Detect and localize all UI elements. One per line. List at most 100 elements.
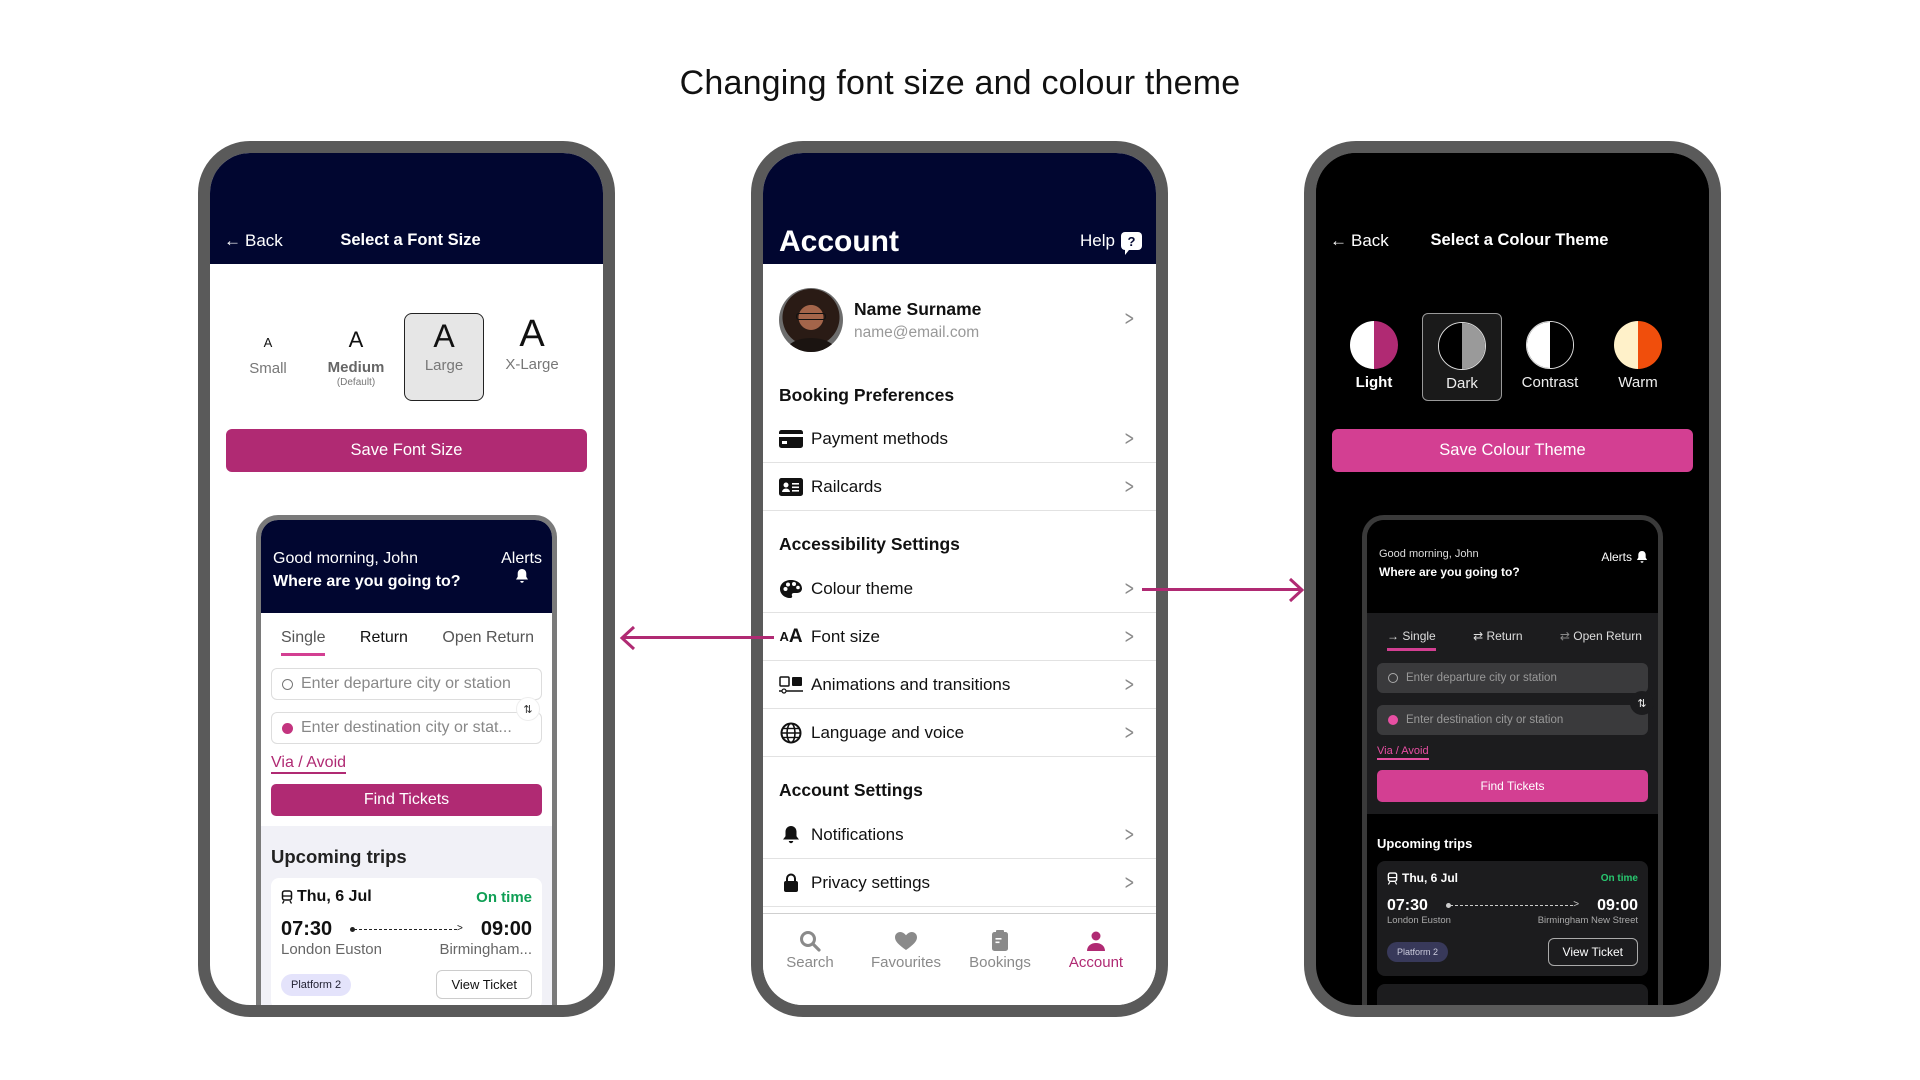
theme-option-dark[interactable]: Dark	[1422, 313, 1502, 401]
destination-input[interactable]: Enter destination city or stat...	[271, 712, 542, 744]
account-icon	[1049, 928, 1143, 954]
trip-date-text: Thu, 6 Jul	[297, 888, 372, 905]
chevron-right-icon: >	[1124, 672, 1135, 696]
alerts-button[interactable]: Alerts	[501, 550, 542, 589]
preview-body: Single Return Open Return Enter departur…	[261, 613, 552, 1005]
help-icon: ?	[1121, 232, 1142, 250]
trip-card[interactable]: Thu, 6 Jul On time 07:30 > 09:00 London …	[1377, 861, 1648, 976]
bell-icon	[1636, 551, 1648, 563]
option-label: Small	[249, 360, 287, 377]
tab-return[interactable]: Return	[360, 629, 408, 656]
menu-item-privacy[interactable]: Privacy settings >	[763, 859, 1156, 907]
font-size-option-small[interactable]: A Small	[228, 313, 308, 401]
origin-dot-icon	[1388, 673, 1398, 683]
find-tickets-button[interactable]: Find Tickets	[271, 784, 542, 816]
menu-item-payment-methods[interactable]: Payment methods >	[763, 415, 1156, 463]
via-avoid-link[interactable]: Via / Avoid	[271, 754, 347, 774]
destination-input[interactable]: Enter destination city or station	[1377, 705, 1648, 735]
menu-item-language-voice[interactable]: Language and voice >	[763, 709, 1156, 757]
departure-input[interactable]: Enter departure city or station	[271, 668, 542, 700]
tab-single[interactable]: Single	[281, 629, 326, 656]
theme-option-light[interactable]: Light	[1334, 313, 1414, 401]
profile-row[interactable]: Name Surname name@email.com >	[763, 288, 1156, 354]
menu-item-colour-theme[interactable]: Colour theme >	[763, 565, 1156, 613]
preview-body: → Single ⇄ Return ⇄ Open Return Enter de…	[1367, 613, 1658, 1005]
profile-email: name@email.com	[854, 324, 980, 341]
search-icon	[763, 928, 857, 954]
menu-label: Notifications	[811, 824, 904, 844]
menu-item-animations[interactable]: Animations and transitions >	[763, 661, 1156, 709]
theme-swatch	[1350, 321, 1398, 369]
upcoming-trips-heading: Upcoming trips	[271, 846, 407, 867]
chevron-right-icon: >	[1124, 576, 1135, 600]
departure-placeholder: Enter departure city or station	[301, 675, 511, 692]
tab-single[interactable]: → Single	[1387, 629, 1436, 651]
save-font-size-button[interactable]: Save Font Size	[226, 429, 587, 472]
colour-theme-phone: ← Back Select a Colour Theme Light Dark …	[1304, 141, 1721, 1017]
option-label: Warm	[1618, 374, 1658, 391]
font-size-option-medium[interactable]: A Medium (Default)	[316, 313, 396, 401]
swap-stations-button[interactable]: ⇅	[1630, 691, 1654, 715]
nav-label: Account	[1068, 954, 1124, 971]
nav-bookings[interactable]: Bookings	[953, 928, 1047, 971]
journey-type-tabs: → Single ⇄ Return ⇄ Open Return	[1377, 625, 1648, 651]
theme-swatch	[1438, 322, 1486, 370]
departure-placeholder: Enter departure city or station	[1406, 672, 1557, 684]
arrive-time: 09:00	[1597, 897, 1638, 914]
find-tickets-button[interactable]: Find Tickets	[1377, 770, 1648, 802]
tab-return[interactable]: ⇄ Return	[1473, 629, 1522, 651]
trip-status: On time	[476, 888, 532, 906]
tab-open-return[interactable]: Open Return	[442, 629, 534, 656]
route-line: >	[350, 923, 463, 935]
option-label: Light	[1355, 374, 1393, 391]
trip-card[interactable]: Thu, 6 Jul On time 07:30 > 09:00 London …	[271, 878, 542, 1005]
theme-option-warm[interactable]: Warm	[1598, 313, 1678, 401]
nav-favourites[interactable]: Favourites	[859, 928, 953, 971]
upcoming-trips-heading: Upcoming trips	[1377, 836, 1473, 851]
bell-icon	[515, 569, 528, 583]
preview-header: Good morning, John Where are you going t…	[261, 520, 552, 613]
departure-input[interactable]: Enter departure city or station	[1377, 663, 1648, 693]
help-button[interactable]: Help ?	[1080, 231, 1142, 251]
theme-swatch	[1526, 321, 1574, 369]
platform-badge: Platform 2	[1387, 942, 1449, 962]
trip-date: Thu, 6 Jul	[281, 888, 372, 906]
menu-label: Font size	[811, 626, 880, 646]
menu-item-railcards[interactable]: Railcards >	[763, 463, 1156, 511]
menu-label: Payment methods	[811, 428, 949, 448]
section-heading-booking: Booking Preferences	[779, 385, 955, 405]
origin-dot-icon	[282, 678, 293, 690]
option-label: Large	[424, 357, 464, 374]
menu-item-font-size[interactable]: AA Font size >	[763, 613, 1156, 661]
glyph: A	[433, 318, 455, 354]
menu-item-notifications[interactable]: Notifications >	[763, 811, 1156, 859]
via-avoid-link[interactable]: Via / Avoid	[1377, 745, 1429, 760]
swap-stations-button[interactable]: ⇅	[516, 697, 540, 721]
destination-dot-icon	[1388, 715, 1398, 725]
alerts-button[interactable]: Alerts	[1601, 550, 1648, 564]
account-header: Account Help ?	[763, 153, 1156, 264]
font-size-option-large[interactable]: A Large	[404, 313, 484, 401]
screen-title: Select a Colour Theme	[1430, 231, 1609, 249]
font-preview-phone: Good morning, John Where are you going t…	[256, 515, 557, 1005]
nav-account[interactable]: Account	[1049, 928, 1143, 971]
font-size-option-x-large[interactable]: A X-Large	[492, 313, 572, 401]
connector-arrow-font-size	[624, 636, 774, 639]
question: Where are you going to?	[273, 573, 461, 590]
section-heading-account: Account Settings	[779, 780, 923, 800]
question: Where are you going to?	[1379, 565, 1520, 579]
chevron-right-icon: >	[1124, 474, 1135, 498]
view-ticket-button[interactable]: View Ticket	[1547, 938, 1638, 966]
font-size-icon: AA	[779, 625, 803, 647]
save-colour-theme-button[interactable]: Save Colour Theme	[1332, 429, 1693, 472]
nav-search[interactable]: Search	[763, 928, 857, 971]
view-ticket-button[interactable]: View Ticket	[436, 970, 532, 999]
heart-icon	[859, 928, 953, 954]
bottom-navigation: Search Favourites Bookings Account	[763, 913, 1156, 1005]
platform-badge: Platform 2	[281, 973, 352, 996]
globe-icon	[779, 722, 803, 743]
tab-open-return[interactable]: ⇄ Open Return	[1560, 629, 1642, 651]
option-label: Medium	[327, 359, 385, 376]
trip-status: On time	[1600, 872, 1638, 884]
theme-option-contrast[interactable]: Contrast	[1510, 313, 1590, 401]
